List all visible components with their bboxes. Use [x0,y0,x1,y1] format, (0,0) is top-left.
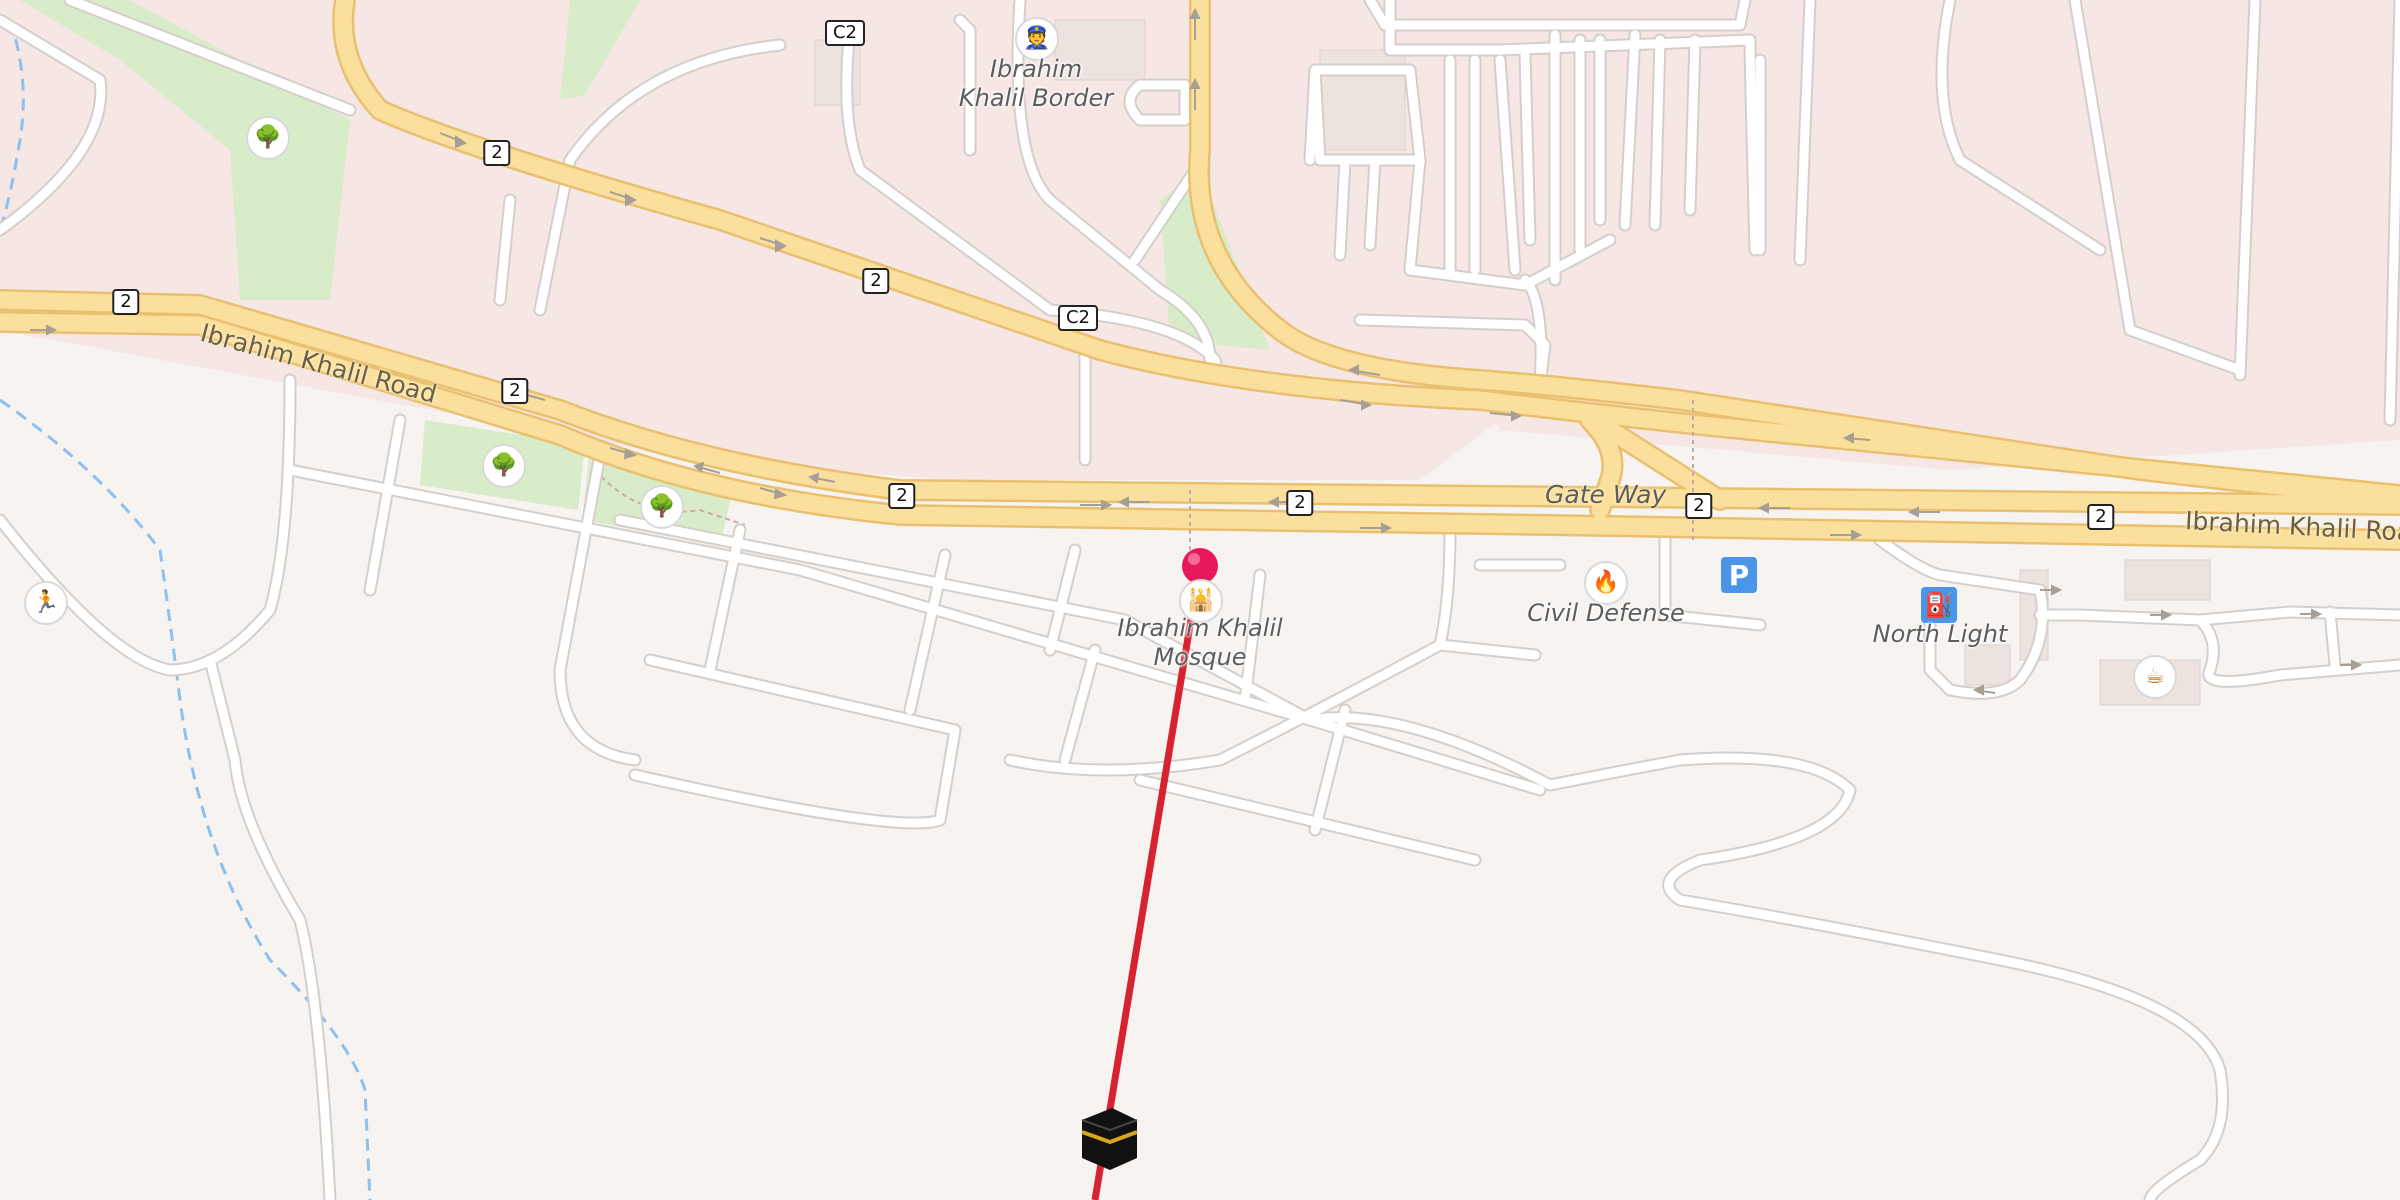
label-ibrahim-khalil-mosque[interactable]: Ibrahim Khalil Mosque [1100,614,1300,672]
route-shield-2: 2 [112,289,140,315]
route-shield-2: 2 [1685,493,1713,519]
label-civil-defense[interactable]: Civil Defense [1506,599,1706,628]
stream [0,398,372,1200]
fuel-station-icon[interactable]: ⛽ [1921,587,1957,623]
parking-icon[interactable]: P [1721,557,1757,593]
kaaba-icon[interactable] [1081,1108,1138,1170]
tree-icon[interactable]: 🌳 [246,116,290,160]
route-shield-2: 2 [483,140,511,166]
road-name-gate-way: Gate Way [1545,480,1667,509]
route-shield-2: 2 [862,268,890,294]
route-shield-2: 2 [501,378,529,404]
route-shield-2: 2 [888,483,916,509]
label-ibrahim-khalil-border[interactable]: Ibrahim Khalil Border [936,55,1136,113]
route-shield-2: 2 [2087,504,2115,530]
runner-icon[interactable]: 🏃 [24,581,68,625]
route-shield-c2: C2 [824,20,866,46]
route-shield-2: 2 [1286,490,1314,516]
map-canvas[interactable]: Ibrahim Khalil Road Ibrahim Khalil Roa G… [0,0,2400,1200]
tree-icon[interactable]: 🌳 [640,485,684,529]
route-shield-c2: C2 [1057,305,1099,331]
label-north-light[interactable]: North Light [1840,620,2040,649]
tree-icon[interactable]: 🌳 [482,444,526,488]
coffee-cup-icon[interactable]: ☕ [2133,655,2177,699]
